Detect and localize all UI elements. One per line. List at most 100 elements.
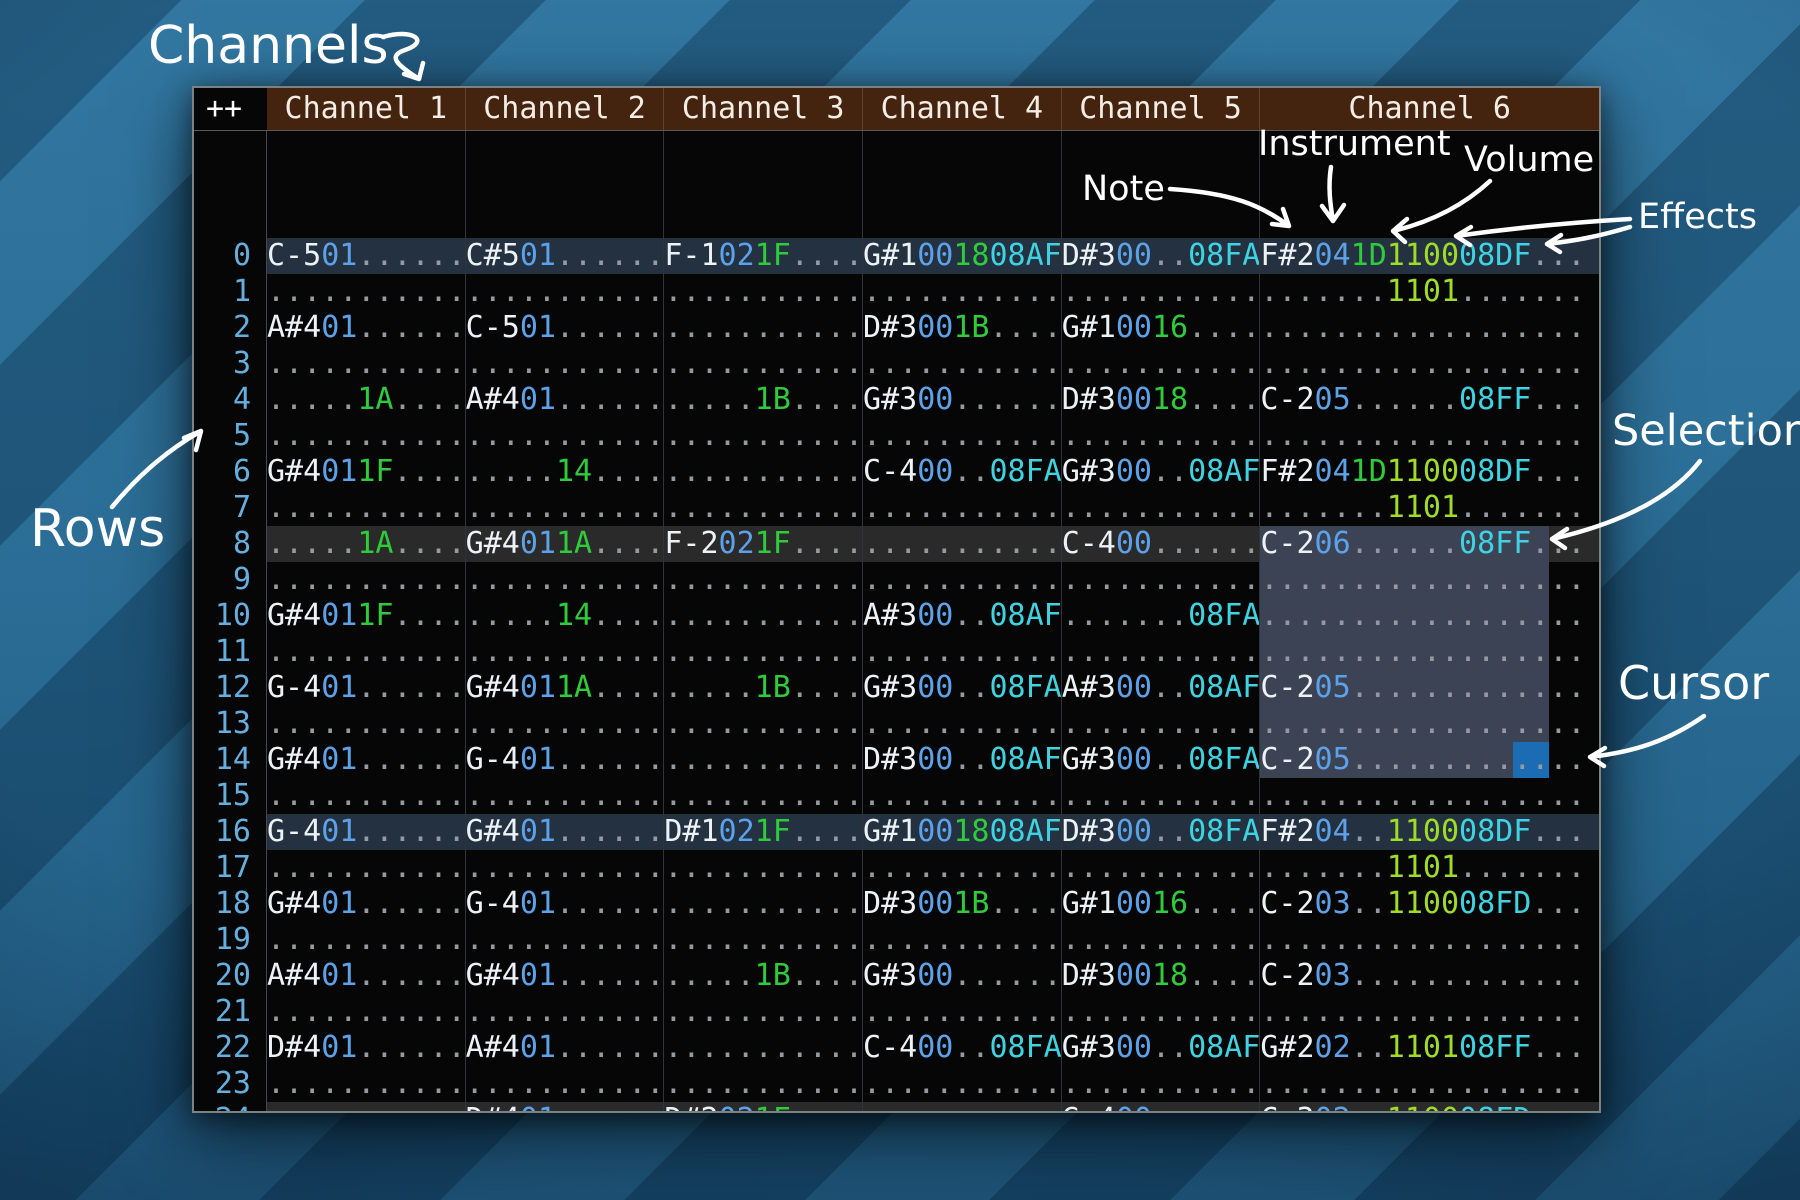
pattern-cell-ch3-row23[interactable]: ........... <box>664 1066 863 1102</box>
pattern-cell-ch5-row5[interactable]: ........... <box>1062 418 1261 454</box>
pattern-cell-ch4-row0[interactable]: G#1001808AF <box>863 238 1062 274</box>
pattern-cell-ch5-row8[interactable]: C-400...... <box>1062 526 1261 562</box>
pattern-cell-ch4-row3[interactable]: ........... <box>863 346 1062 382</box>
pattern-cell-ch3-row12[interactable]: .....1B.... <box>664 670 863 706</box>
pattern-cell-ch3-row18[interactable]: ........... <box>664 886 863 922</box>
pattern-cell-ch4-row24[interactable]: ........... <box>863 1102 1062 1113</box>
pattern-cell-ch6-row18[interactable]: C-203..110008FD... <box>1260 886 1599 922</box>
pattern-cell-ch4-row18[interactable]: D#3001B.... <box>863 886 1062 922</box>
pattern-cell-ch2-row20[interactable]: G#401...... <box>466 958 665 994</box>
pattern-cell-ch2-row10[interactable]: .....14.... <box>466 598 665 634</box>
pattern-cell-ch6-row11[interactable]: .................. <box>1260 634 1599 670</box>
pattern-cell-ch3-row0[interactable]: F-1021F.... <box>664 238 863 274</box>
pattern-cell-ch5-row9[interactable]: ........... <box>1062 562 1261 598</box>
pattern-cell-ch2-row19[interactable]: ........... <box>466 922 665 958</box>
pattern-cell-ch3-row3[interactable]: ........... <box>664 346 863 382</box>
pattern-cell-ch4-row8[interactable]: ........... <box>863 526 1062 562</box>
pattern-cell-ch5-row24[interactable]: G-400...... <box>1062 1102 1261 1113</box>
channel-header-3[interactable]: Channel 3 <box>664 88 863 130</box>
pattern-cell-ch3-row10[interactable]: ........... <box>664 598 863 634</box>
pattern-cell-ch5-row3[interactable]: ........... <box>1062 346 1261 382</box>
pattern-cell-ch1-row23[interactable]: ........... <box>267 1066 466 1102</box>
pattern-cell-ch1-row13[interactable]: ........... <box>267 706 466 742</box>
pattern-cell-ch2-row9[interactable]: ........... <box>466 562 665 598</box>
pattern-cell-ch3-row20[interactable]: .....1B.... <box>664 958 863 994</box>
pattern-cell-ch3-row4[interactable]: .....1B.... <box>664 382 863 418</box>
pattern-cell-ch3-row14[interactable]: ........... <box>664 742 863 778</box>
pattern-cell-ch5-row15[interactable]: ........... <box>1062 778 1261 814</box>
pattern-cell-ch2-row8[interactable]: G#4011A.... <box>466 526 665 562</box>
pattern-cell-ch5-row4[interactable]: D#30018.... <box>1062 382 1261 418</box>
pattern-cell-ch1-row2[interactable]: A#401...... <box>267 310 466 346</box>
pattern-cell-ch6-row6[interactable]: F#2041D110008DF... <box>1260 454 1599 490</box>
pattern-cell-ch4-row15[interactable]: ........... <box>863 778 1062 814</box>
channel-header-1[interactable]: Channel 1 <box>267 88 466 130</box>
pattern-cell-ch6-row24[interactable]: C-302..110008FD... <box>1260 1102 1599 1113</box>
pattern-cell-ch1-row17[interactable]: ........... <box>267 850 466 886</box>
pattern-cell-ch6-row14[interactable]: C-205............. <box>1260 742 1599 778</box>
pattern-cell-ch4-row17[interactable]: ........... <box>863 850 1062 886</box>
pattern-cell-ch3-row8[interactable]: F-2021F.... <box>664 526 863 562</box>
pattern-cell-ch6-row13[interactable]: .................. <box>1260 706 1599 742</box>
pattern-cell-ch5-row21[interactable]: ........... <box>1062 994 1261 1030</box>
pattern-cell-ch4-row4[interactable]: G#300...... <box>863 382 1062 418</box>
pattern-cell-ch5-row2[interactable]: G#10016.... <box>1062 310 1261 346</box>
pattern-cell-ch1-row19[interactable]: ........... <box>267 922 466 958</box>
pattern-cell-ch5-row19[interactable]: ........... <box>1062 922 1261 958</box>
pattern-cell-ch2-row18[interactable]: G-401...... <box>466 886 665 922</box>
pattern-cell-ch1-row4[interactable]: .....1A.... <box>267 382 466 418</box>
pattern-cell-ch2-row22[interactable]: A#401...... <box>466 1030 665 1066</box>
pattern-cell-ch6-row22[interactable]: G#202..110108FF... <box>1260 1030 1599 1066</box>
pattern-cell-ch1-row0[interactable]: C-501...... <box>267 238 466 274</box>
pattern-cell-ch4-row21[interactable]: ........... <box>863 994 1062 1030</box>
pattern-cell-ch4-row20[interactable]: G#300...... <box>863 958 1062 994</box>
pattern-cell-ch2-row21[interactable]: ........... <box>466 994 665 1030</box>
pattern-cell-ch3-row6[interactable]: ........... <box>664 454 863 490</box>
pattern-cell-ch1-row18[interactable]: G#401...... <box>267 886 466 922</box>
pattern-cell-ch4-row13[interactable]: ........... <box>863 706 1062 742</box>
channel-header-2[interactable]: Channel 2 <box>466 88 665 130</box>
pattern-cell-ch5-row13[interactable]: ........... <box>1062 706 1261 742</box>
pattern-cell-ch6-row16[interactable]: F#204..110008DF... <box>1260 814 1599 850</box>
pattern-cell-ch4-row12[interactable]: G#300..08FA <box>863 670 1062 706</box>
pattern-cell-ch1-row5[interactable]: ........... <box>267 418 466 454</box>
pattern-cell-ch5-row12[interactable]: A#300..08AF <box>1062 670 1261 706</box>
pattern-cell-ch3-row22[interactable]: ........... <box>664 1030 863 1066</box>
pattern-cell-ch4-row11[interactable]: ........... <box>863 634 1062 670</box>
pattern-cell-ch4-row22[interactable]: C-400..08FA <box>863 1030 1062 1066</box>
pattern-cell-ch4-row23[interactable]: ........... <box>863 1066 1062 1102</box>
pattern-cell-ch2-row0[interactable]: C#501...... <box>466 238 665 274</box>
channel-header-5[interactable]: Channel 5 <box>1062 88 1261 130</box>
pattern-cell-ch6-row5[interactable]: .................. <box>1260 418 1599 454</box>
pattern-cell-ch5-row1[interactable]: ........... <box>1062 274 1261 310</box>
pattern-cell-ch1-row14[interactable]: G#401...... <box>267 742 466 778</box>
pattern-cell-ch2-row11[interactable]: ........... <box>466 634 665 670</box>
pattern-cell-ch6-row21[interactable]: .................. <box>1260 994 1599 1030</box>
pattern-cell-ch4-row9[interactable]: ........... <box>863 562 1062 598</box>
pattern-cell-ch6-row4[interactable]: C-205......08FF... <box>1260 382 1599 418</box>
pattern-cell-ch1-row11[interactable]: ........... <box>267 634 466 670</box>
pattern-cell-ch3-row7[interactable]: ........... <box>664 490 863 526</box>
pattern-cell-ch3-row16[interactable]: D#1021F.... <box>664 814 863 850</box>
pattern-cell-ch2-row13[interactable]: ........... <box>466 706 665 742</box>
pattern-cell-ch3-row2[interactable]: ........... <box>664 310 863 346</box>
pattern-cell-ch4-row14[interactable]: D#300..08AF <box>863 742 1062 778</box>
pattern-cell-ch1-row8[interactable]: .....1A.... <box>267 526 466 562</box>
pattern-cell-ch5-row18[interactable]: G#10016.... <box>1062 886 1261 922</box>
pattern-cell-ch6-row15[interactable]: .................. <box>1260 778 1599 814</box>
pattern-cell-ch2-row4[interactable]: A#401...... <box>466 382 665 418</box>
pattern-cell-ch1-row22[interactable]: D#401...... <box>267 1030 466 1066</box>
pattern-cell-ch1-row3[interactable]: ........... <box>267 346 466 382</box>
pattern-cell-ch6-row19[interactable]: .................. <box>1260 922 1599 958</box>
pattern-cell-ch2-row1[interactable]: ........... <box>466 274 665 310</box>
pattern-cell-ch1-row12[interactable]: G-401...... <box>267 670 466 706</box>
pattern-cell-ch4-row5[interactable]: ........... <box>863 418 1062 454</box>
pattern-cell-ch3-row9[interactable]: ........... <box>664 562 863 598</box>
pattern-cell-ch5-row6[interactable]: G#300..08AF <box>1062 454 1261 490</box>
pattern-cell-ch1-row21[interactable]: ........... <box>267 994 466 1030</box>
pattern-cell-ch5-row22[interactable]: G#300..08AF <box>1062 1030 1261 1066</box>
pattern-cell-ch1-row1[interactable]: ........... <box>267 274 466 310</box>
add-channel-button[interactable]: ++ <box>194 88 267 130</box>
pattern-cell-ch5-row11[interactable]: ........... <box>1062 634 1261 670</box>
pattern-cell-ch4-row16[interactable]: G#1001808AF <box>863 814 1062 850</box>
